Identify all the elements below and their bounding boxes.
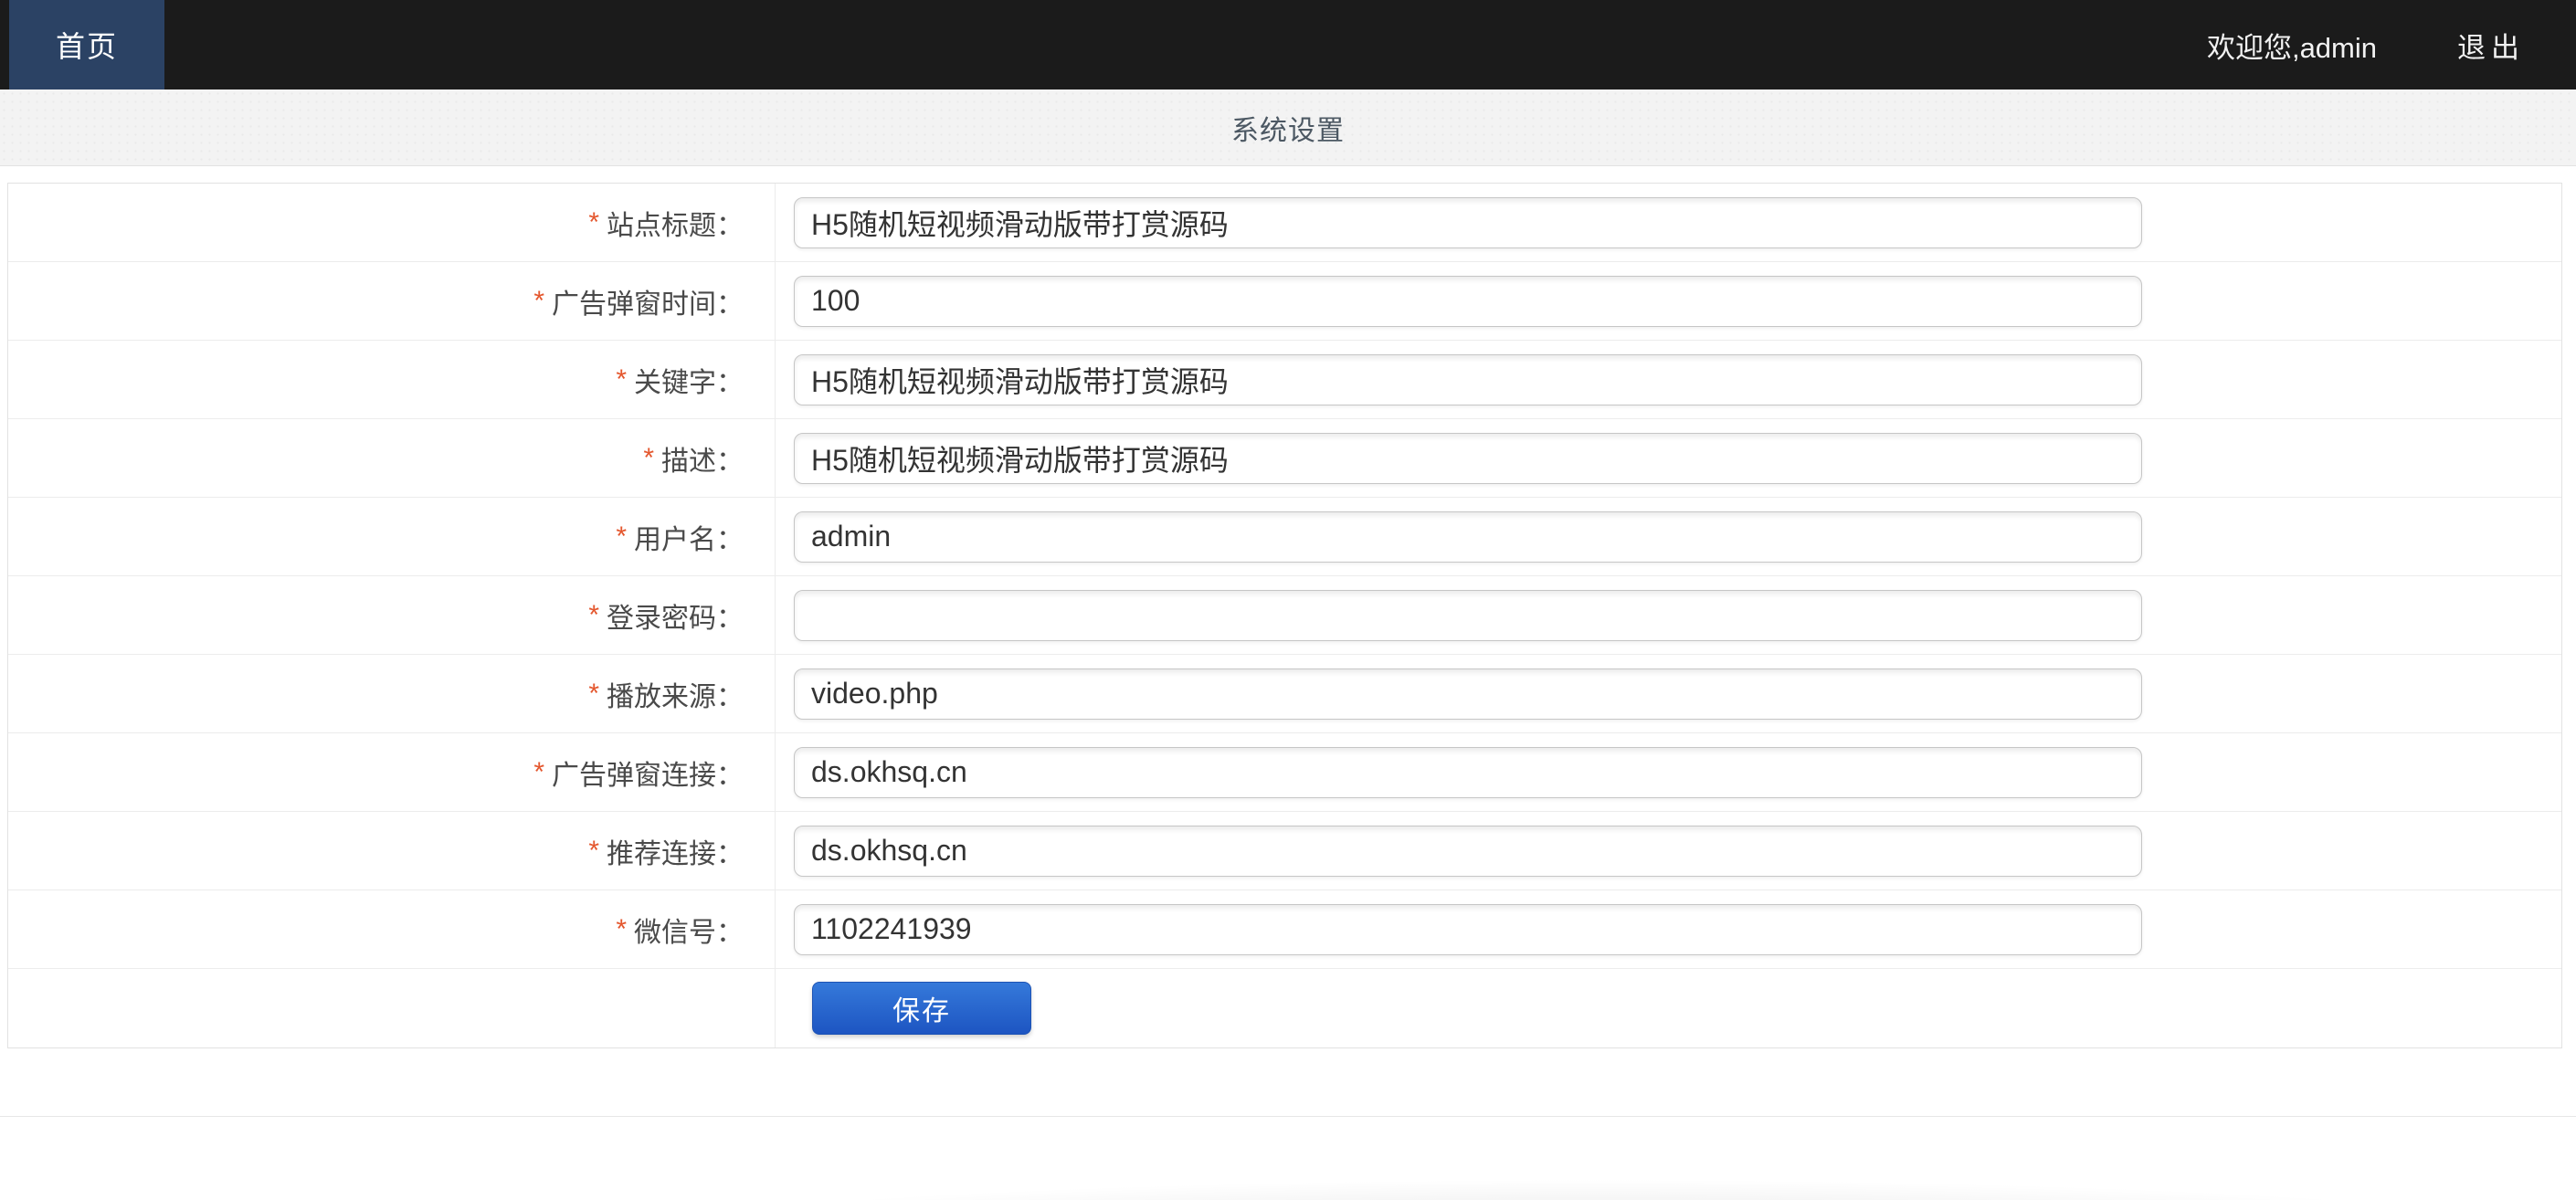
required-asterisk: * — [643, 442, 654, 473]
tab-home[interactable]: 首页 — [9, 0, 164, 89]
recommend-link-label: 推荐连接： — [607, 838, 744, 869]
ad-popup-link-label: 广告弹窗连接： — [552, 760, 744, 791]
login-password-input[interactable] — [794, 589, 2142, 641]
ad-popup-time-label: 广告弹窗时间： — [552, 289, 744, 320]
footer-divider — [0, 1116, 2576, 1117]
settings-form: * 站点标题： * 广告弹窗时间： * 关键字： * 描述： — [7, 183, 2562, 1048]
welcome-text: 欢迎您,admin — [2206, 31, 2377, 64]
page-title: 系统设置 — [1231, 115, 1345, 146]
form-row-site-title: * 站点标题： — [8, 184, 2561, 262]
play-source-label: 播放来源： — [607, 681, 744, 712]
form-row-recommend-link: * 推荐连接： — [8, 812, 2561, 890]
required-asterisk: * — [588, 835, 599, 866]
required-asterisk: * — [616, 913, 627, 944]
topbar-right: 欢迎您,admin 退出 — [2207, 0, 2576, 89]
form-row-username: * 用户名： — [8, 498, 2561, 576]
wechat-id-input[interactable] — [794, 903, 2142, 955]
form-row-wechat-id: * 微信号： — [8, 890, 2561, 969]
form-row-ad-popup-time: * 广告弹窗时间： — [8, 262, 2561, 341]
login-password-label: 登录密码： — [607, 603, 744, 634]
form-row-ad-popup-link: * 广告弹窗连接： — [8, 733, 2561, 812]
required-asterisk: * — [533, 285, 544, 316]
logout-link[interactable]: 退出 — [2457, 25, 2525, 66]
play-source-input[interactable] — [794, 668, 2142, 720]
ad-popup-link-input[interactable] — [794, 746, 2142, 798]
form-row-play-source: * 播放来源： — [8, 655, 2561, 733]
page-title-band: 系统设置 — [0, 89, 2576, 166]
required-asterisk: * — [616, 363, 627, 395]
save-button[interactable]: 保存 — [812, 982, 1031, 1035]
bottom-shadow-decoration — [0, 1063, 2576, 1200]
required-asterisk: * — [616, 521, 627, 552]
required-asterisk: * — [533, 756, 544, 787]
username-input[interactable] — [794, 511, 2142, 563]
site-title-label: 站点标题： — [607, 210, 744, 241]
username-label: 用户名： — [634, 524, 744, 555]
required-asterisk: * — [588, 599, 599, 630]
form-row-keywords: * 关键字： — [8, 341, 2561, 419]
site-title-input[interactable] — [794, 196, 2142, 248]
description-label: 描述： — [661, 446, 744, 477]
keywords-label: 关键字： — [634, 367, 744, 398]
description-input[interactable] — [794, 432, 2142, 484]
form-rows: * 站点标题： * 广告弹窗时间： * 关键字： * 描述： — [8, 184, 2561, 969]
topbar: 首页 欢迎您,admin 退出 — [0, 0, 2576, 89]
form-row-login-password: * 登录密码： — [8, 576, 2561, 655]
required-asterisk: * — [588, 206, 599, 237]
wechat-id-label: 微信号： — [634, 917, 744, 948]
keywords-input[interactable] — [794, 353, 2142, 405]
form-row-description: * 描述： — [8, 419, 2561, 498]
save-row-label-spacer — [8, 969, 776, 1047]
save-row-input-cell: 保存 — [776, 982, 2561, 1035]
ad-popup-time-input[interactable] — [794, 275, 2142, 327]
recommend-link-input[interactable] — [794, 825, 2142, 877]
required-asterisk: * — [588, 678, 599, 709]
save-row: 保存 — [8, 969, 2561, 1047]
